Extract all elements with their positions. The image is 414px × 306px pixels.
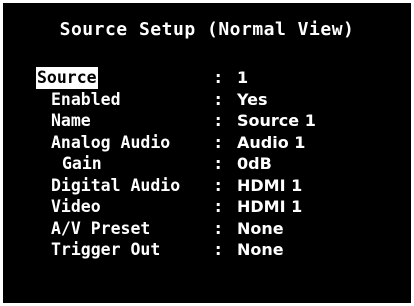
setting-row-trigger-out[interactable]: Trigger Out : None	[36, 239, 396, 261]
setting-label-video: Video	[51, 197, 101, 216]
label-separator: :	[215, 132, 222, 152]
setting-row-video[interactable]: Video : HDMI 1	[36, 196, 396, 218]
label-separator: :	[215, 154, 222, 173]
setting-value-video: HDMI 1	[237, 197, 303, 216]
settings-menu: Source : 1 Enabled : Yes Name : Source 1…	[36, 67, 396, 261]
label-separator: :	[215, 68, 222, 87]
setting-row-digital-audio[interactable]: Digital Audio : HDMI 1	[36, 175, 396, 197]
setting-row-enabled[interactable]: Enabled : Yes	[36, 89, 396, 111]
setting-value-gain: 0dB	[237, 154, 272, 173]
label-separator: :	[215, 111, 222, 130]
setting-value-source: 1	[237, 68, 249, 87]
setting-label-analog-audio: Analog Audio	[51, 132, 171, 152]
setting-label-name: Name	[51, 111, 91, 130]
setting-value-av-preset: None	[237, 218, 284, 238]
page-title: Source Setup (Normal View)	[59, 19, 355, 40]
setting-row-analog-audio[interactable]: Analog Audio : Audio 1	[36, 132, 396, 154]
setting-label-source[interactable]: Source	[36, 67, 98, 89]
setting-label-av-preset: A/V Preset	[51, 218, 151, 238]
osd-screen: Source Setup (Normal View) Source : 1 En…	[3, 3, 411, 303]
setting-row-source[interactable]: Source : 1	[36, 67, 396, 89]
label-separator: :	[215, 175, 222, 195]
setting-row-name[interactable]: Name : Source 1	[36, 110, 396, 132]
setting-label-digital-audio: Digital Audio	[51, 175, 181, 195]
setting-row-av-preset[interactable]: A/V Preset : None	[36, 218, 396, 240]
setting-value-digital-audio: HDMI 1	[237, 175, 303, 195]
setting-value-enabled: Yes	[237, 89, 268, 109]
setting-label-gain: Gain	[62, 154, 102, 173]
setting-value-trigger-out: None	[237, 240, 284, 259]
label-separator: :	[215, 89, 222, 109]
label-separator: :	[215, 218, 222, 238]
setting-row-gain[interactable]: Gain : 0dB	[36, 153, 396, 175]
setting-value-analog-audio: Audio 1	[237, 132, 306, 152]
label-separator: :	[215, 197, 222, 216]
label-separator: :	[215, 240, 222, 259]
setting-value-name: Source 1	[237, 111, 316, 130]
setting-label-trigger-out: Trigger Out	[51, 240, 161, 259]
setting-label-enabled: Enabled	[51, 89, 121, 109]
